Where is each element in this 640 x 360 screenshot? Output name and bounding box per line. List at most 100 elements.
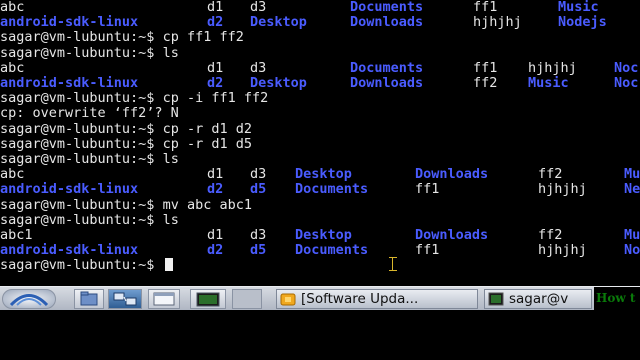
command-text: mv abc abc1 bbox=[162, 196, 252, 213]
ls-directory-entry: Music bbox=[528, 75, 569, 91]
ls-directory-entry: d5 bbox=[250, 181, 267, 198]
ls-file-entry: hjhjhj bbox=[538, 181, 587, 198]
ls-file-entry: d3 bbox=[250, 59, 267, 76]
ls-directory-entry: Documents bbox=[295, 242, 369, 259]
window-icon bbox=[153, 292, 175, 306]
ls-directory-entry: android-sdk-linux bbox=[0, 14, 139, 31]
ls-directory-entry: Desktop bbox=[250, 14, 307, 31]
terminal-command-line: sagar@vm-lubuntu:~$ cp ff1 ff2 bbox=[0, 30, 244, 45]
terminal-command-line: sagar@vm-lubuntu:~$ cp -r d1 d2 bbox=[0, 120, 252, 137]
ls-file-entry: d1 bbox=[207, 227, 224, 243]
ls-file-entry: d3 bbox=[250, 227, 267, 243]
empty-launcher-slot[interactable] bbox=[232, 289, 262, 309]
ls-directory-entry: android-sdk-linux bbox=[0, 181, 139, 198]
ls-directory-entry: Documents bbox=[350, 0, 424, 15]
ls-directory-entry: d2 bbox=[207, 14, 224, 31]
ls-directory-entry: d2 bbox=[207, 242, 224, 259]
ls-file-entry: hjhjhj bbox=[538, 242, 587, 259]
ls-directory-entry: No bbox=[624, 242, 640, 259]
terminal-command-line: sagar@vm-lubuntu:~$ cp -r d1 d5 bbox=[0, 135, 252, 152]
terminal-command-line: sagar@vm-lubuntu:~$ ls bbox=[0, 152, 179, 167]
command-text: ls bbox=[162, 44, 179, 61]
taskbar: [Software Upda... sagar@v How t bbox=[0, 286, 640, 311]
ls-directory-entry: Noc bbox=[614, 75, 639, 91]
network-icon bbox=[113, 292, 137, 306]
ls-file-entry: ff2 bbox=[473, 75, 498, 91]
file-manager-icon bbox=[80, 291, 98, 306]
task-terminal-label: sagar@v bbox=[509, 291, 569, 307]
overlay-area: How t bbox=[594, 287, 640, 311]
command-text: cp -r d1 d5 bbox=[162, 135, 252, 152]
ls-file-entry: abc1 bbox=[0, 227, 33, 243]
ls-directory-entry: d2 bbox=[207, 75, 224, 91]
shell-prompt: sagar@vm-lubuntu:~$ bbox=[0, 120, 163, 137]
terminal-cursor bbox=[164, 258, 173, 272]
ls-directory-entry: android-sdk-linux bbox=[0, 242, 139, 259]
terminal-window[interactable]: abc d1 d3 Documents ff1 Music android-sdk-linu… bbox=[0, 0, 640, 282]
task-software-update[interactable]: [Software Upda... bbox=[276, 289, 478, 309]
ls-file-entry: hjhjhj bbox=[473, 14, 522, 31]
ls-directory-entry: Downloads bbox=[415, 166, 489, 183]
ls-file-entry: d3 bbox=[250, 0, 267, 15]
terminal-icon bbox=[196, 292, 220, 307]
terminal-command-line: sagar@vm-lubuntu:~$ bbox=[0, 258, 173, 273]
ls-directory-entry: Downloads bbox=[415, 227, 489, 243]
ls-file-entry: ff2 bbox=[538, 227, 563, 243]
ls-directory-entry: Downloads bbox=[350, 75, 424, 91]
ls-directory-entry: Downloads bbox=[350, 14, 424, 31]
ls-directory-entry: Noc bbox=[614, 59, 639, 76]
ls-file-entry: ff1 bbox=[473, 59, 498, 76]
ls-directory-entry: Desktop bbox=[295, 227, 352, 243]
ls-directory-entry: Documents bbox=[295, 181, 369, 198]
ls-file-entry: d1 bbox=[207, 0, 224, 15]
shell-prompt: sagar@vm-lubuntu:~$ bbox=[0, 90, 163, 107]
text-cursor-icon bbox=[389, 257, 397, 271]
software-update-icon bbox=[280, 293, 296, 306]
show-desktop-button[interactable] bbox=[148, 289, 180, 309]
bottom-black-area bbox=[0, 310, 640, 360]
ls-file-entry: abc bbox=[0, 0, 25, 15]
network-launcher[interactable] bbox=[108, 289, 142, 309]
overlay-label: How t bbox=[596, 291, 636, 305]
file-manager-launcher[interactable] bbox=[74, 289, 104, 309]
task-terminal[interactable]: sagar@v bbox=[484, 289, 592, 309]
terminal-command-line: sagar@vm-lubuntu:~$ mv abc abc1 bbox=[0, 196, 252, 213]
start-menu-button[interactable] bbox=[2, 289, 56, 309]
start-menu-icon bbox=[9, 294, 49, 307]
ls-file-entry: ff2 bbox=[538, 166, 563, 183]
terminal-command-line: sagar@vm-lubuntu:~$ ls bbox=[0, 44, 179, 61]
ls-directory-entry: Documents bbox=[350, 59, 424, 76]
task-software-update-label: [Software Upda... bbox=[301, 291, 419, 307]
ls-directory-entry: d5 bbox=[250, 242, 267, 259]
ls-file-entry: cp: overwrite ‘ff2’? N bbox=[0, 105, 179, 122]
ls-file-entry: d1 bbox=[207, 166, 224, 183]
ls-file-entry: hjhjhj bbox=[528, 59, 577, 76]
terminal-launcher[interactable] bbox=[190, 289, 226, 309]
ls-file-entry: d3 bbox=[250, 166, 267, 183]
ls-directory-entry: android-sdk-linux bbox=[0, 75, 139, 91]
ls-directory-entry: Mu bbox=[624, 166, 640, 183]
ls-file-entry: ff1 bbox=[473, 0, 498, 15]
command-text: cp ff1 ff2 bbox=[162, 29, 244, 46]
command-text: cp -r d1 d2 bbox=[162, 120, 252, 137]
ls-file-entry: abc bbox=[0, 166, 25, 183]
terminal-task-icon bbox=[488, 292, 504, 306]
command-text: ls bbox=[162, 211, 179, 228]
ls-file-entry: abc bbox=[0, 59, 25, 76]
ls-directory-entry: Desktop bbox=[295, 166, 352, 183]
shell-prompt: sagar@vm-lubuntu:~$ bbox=[0, 196, 163, 213]
terminal-command-line: sagar@vm-lubuntu:~$ cp -i ff1 ff2 bbox=[0, 91, 268, 106]
shell-prompt: sagar@vm-lubuntu:~$ bbox=[0, 29, 163, 46]
shell-prompt: sagar@vm-lubuntu:~$ bbox=[0, 211, 163, 228]
ls-file-entry: ff1 bbox=[415, 181, 440, 198]
command-text: ls bbox=[162, 151, 179, 167]
terminal-command-line: sagar@vm-lubuntu:~$ ls bbox=[0, 211, 179, 228]
ls-directory-entry: Ne bbox=[624, 181, 640, 198]
command-text: cp -i ff1 ff2 bbox=[162, 90, 269, 107]
ls-file-entry: d1 bbox=[207, 59, 224, 76]
ls-directory-entry: d2 bbox=[207, 181, 224, 198]
shell-prompt: sagar@vm-lubuntu:~$ bbox=[0, 135, 163, 152]
ls-directory-entry: Music bbox=[558, 0, 599, 15]
shell-prompt: sagar@vm-lubuntu:~$ bbox=[0, 151, 163, 167]
shell-prompt: sagar@vm-lubuntu:~$ bbox=[0, 44, 163, 61]
